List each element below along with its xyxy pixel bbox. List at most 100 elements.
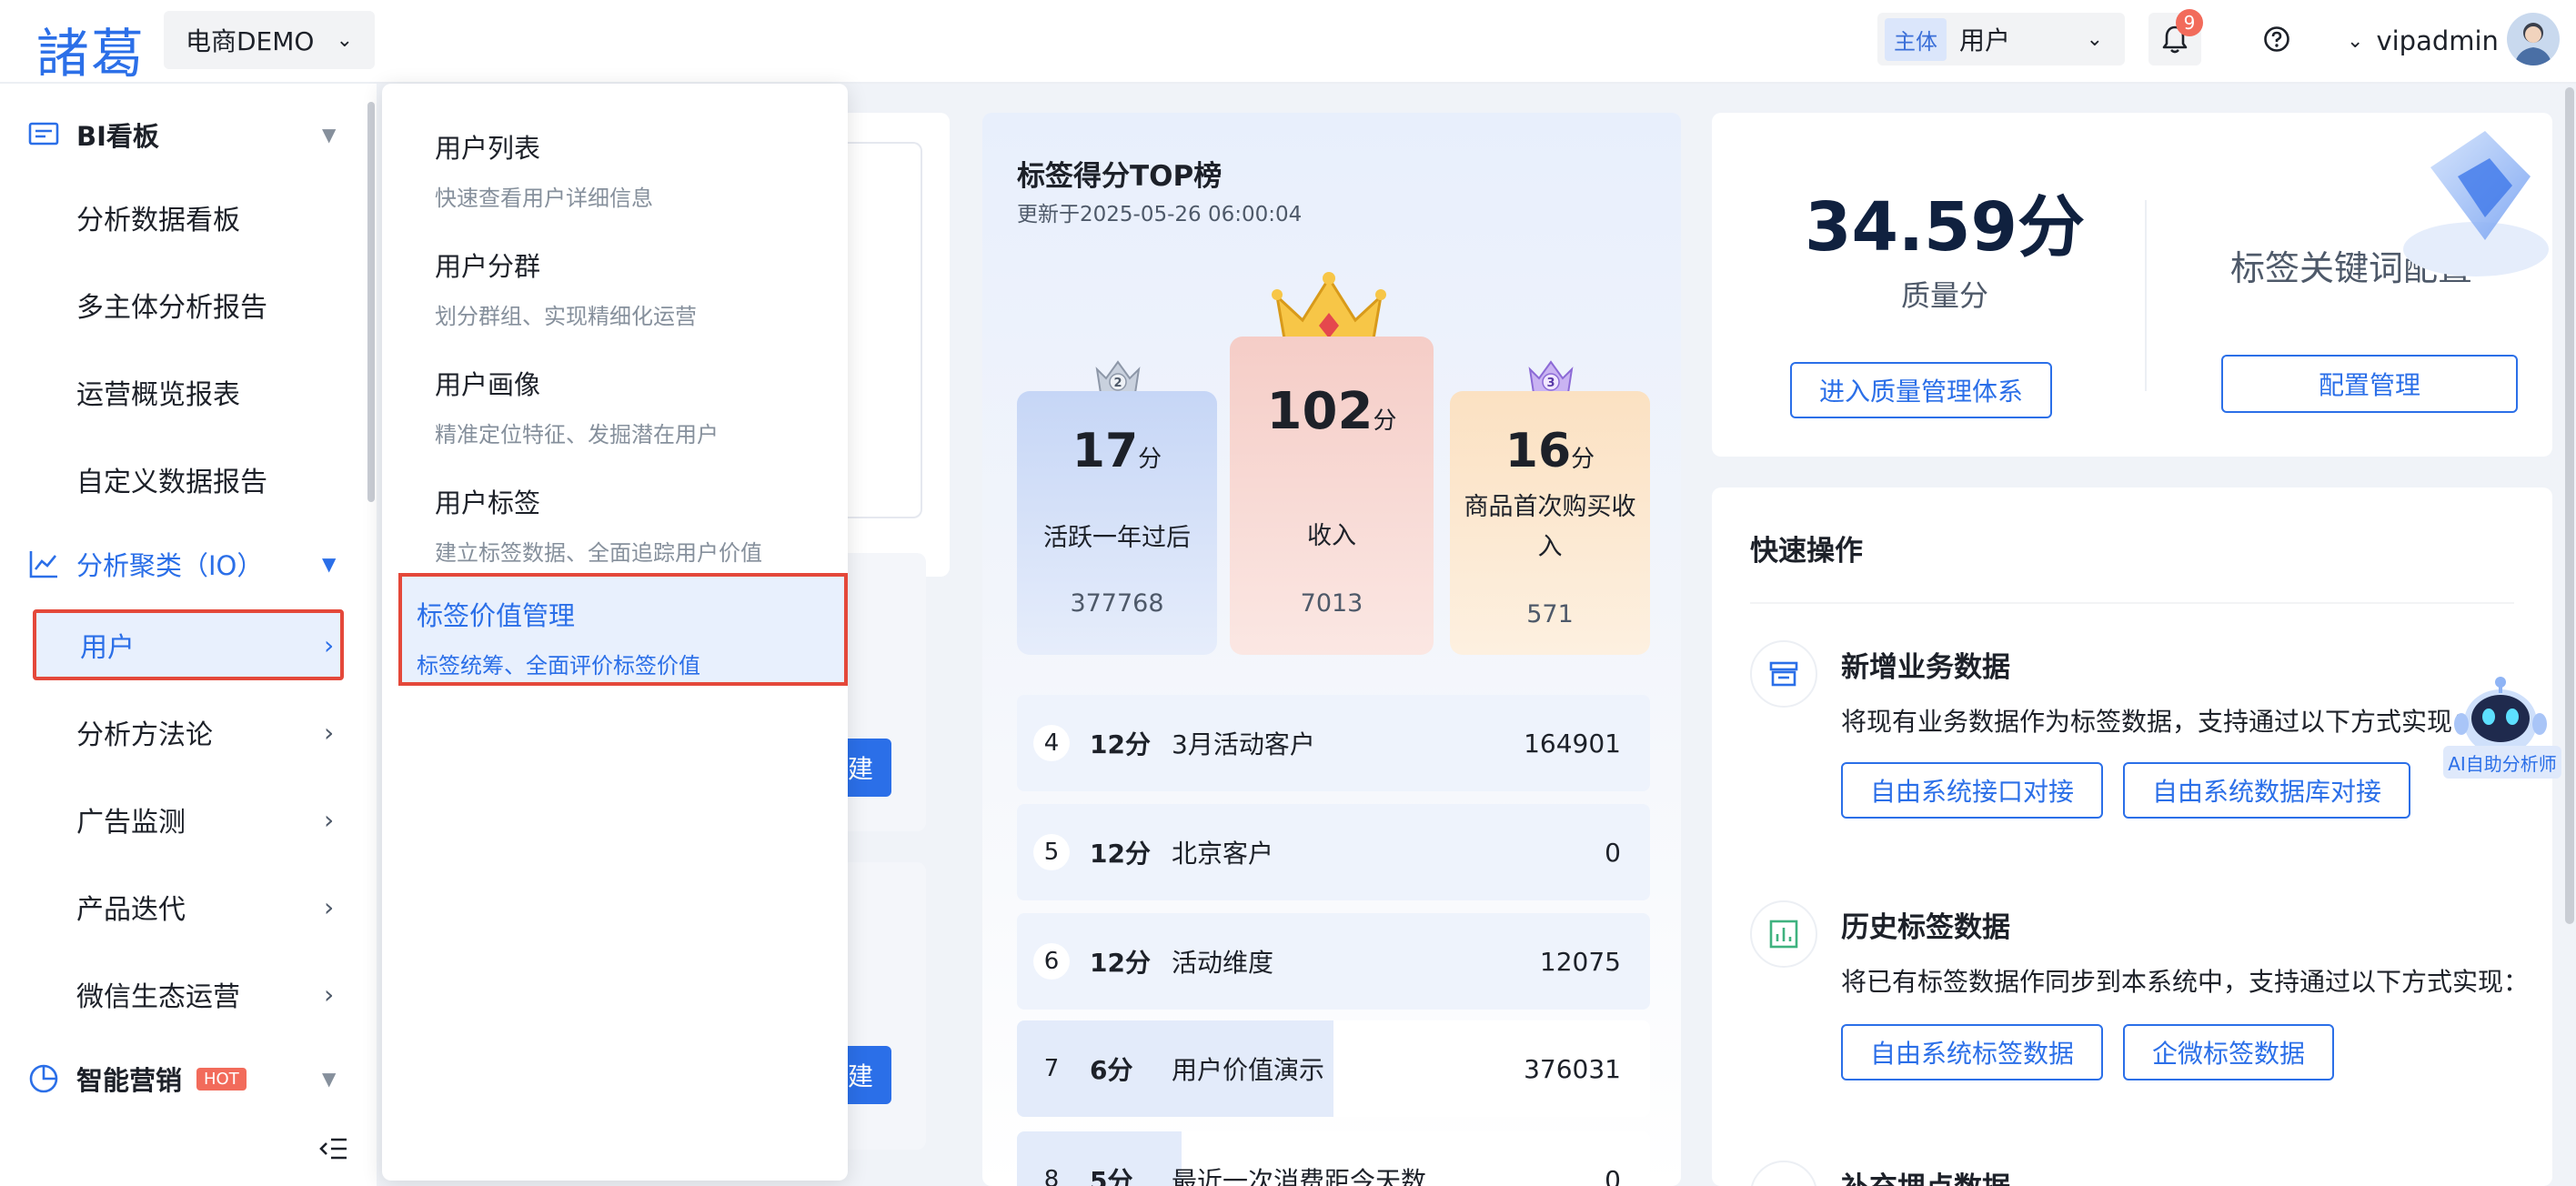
subject-selector[interactable]: 主体 用户 ⌄ [1877, 13, 2125, 65]
podium-name: 收入 [1307, 522, 1356, 550]
sidebar-item-multi-report[interactable]: 多主体分析报告 [0, 264, 377, 346]
user-submenu-flyout: 用户列表 快速查看用户详细信息 用户分群 划分群组、实现精细化运营 用户画像 精… [382, 84, 848, 1181]
enter-quality-system-button[interactable]: 进入质量管理体系 [1790, 362, 2052, 418]
rank-count: 164901 [1524, 728, 1621, 759]
submenu-item-desc: 精准定位特征、发掘潜在用户 [435, 422, 719, 447]
decorative-3d-illustration [2403, 131, 2549, 276]
podium-rank-3[interactable]: 16分 商品首次购买收入 571 [1450, 391, 1650, 655]
create-button[interactable]: 建 [844, 739, 891, 797]
rank-count: 0 [1605, 1164, 1621, 1186]
submenu-item-user-portrait[interactable]: 用户画像 精准定位特征、发掘潜在用户 [400, 340, 830, 449]
sidebar-item-label: 广告监测 [76, 807, 186, 839]
divider [2145, 200, 2147, 391]
divider [1750, 602, 2514, 604]
submenu-item-user-tags[interactable]: 用户标签 建立标签数据、全面追踪用户价值 [400, 458, 830, 568]
chevron-down-icon: ⌄ [336, 28, 353, 52]
podium-rank-1[interactable]: 102分 收入 7013 [1230, 337, 1434, 655]
rank-score: 12分 [1090, 948, 1151, 978]
submenu-item-tag-value[interactable]: 标签价值管理 标签统筹、全面评价标签价值 [398, 573, 848, 686]
sidebar-item-ad-monitor[interactable]: 广告监测 › [0, 779, 377, 860]
database-icon [1750, 640, 1817, 708]
sidebar-item-label: 运营概览报表 [76, 379, 240, 411]
chevron-right-icon: › [324, 629, 335, 660]
button-label: 建 [848, 754, 874, 784]
sidebar-item-label: 分析方法论 [76, 719, 213, 751]
line-chart-icon [29, 551, 57, 578]
podium-score-unit: 分 [1571, 446, 1595, 473]
rank-number: 8 [1043, 1166, 1060, 1186]
button-label: 建 [848, 1061, 874, 1091]
submenu-item-desc: 划分群组、实现精细化运营 [435, 304, 697, 329]
ranking-row[interactable]: 4 12分 3月活动客户 164901 [1017, 695, 1650, 791]
ranking-updated-time: 更新于2025-05-26 06:00:04 [1017, 203, 1303, 226]
rank-name: 用户价值演示 [1172, 1055, 1325, 1085]
sidebar-item-product-iteration[interactable]: 产品迭代 › [0, 866, 377, 948]
main-scrollbar[interactable] [2565, 87, 2574, 924]
ranking-row[interactable]: 5 12分 北京客户 0 [1017, 804, 1650, 900]
sidebar-item-label: 微信生态运营 [76, 981, 240, 1013]
podium-name: 活跃一年过后 [1043, 524, 1191, 552]
avatar[interactable] [2507, 13, 2560, 65]
podium-score-unit: 分 [1373, 407, 1397, 435]
ai-assistant-label[interactable]: AI自助分析师 [2443, 746, 2561, 779]
submenu-item-title: 标签价值管理 [417, 600, 576, 631]
tag-score-ranking-card: 标签得分TOP榜 更新于2025-05-26 06:00:04 2 17分 活跃… [982, 113, 1681, 1186]
op-desc: 将已有标签数据作同步到本系统中，支持通过以下方式实现： [1841, 967, 2530, 997]
podium-rank-2[interactable]: 17分 活跃一年过后 377768 [1017, 391, 1217, 655]
op-title: 历史标签数据 [1841, 911, 2010, 944]
quality-score-card: 34.59分 质量分 进入质量管理体系 标签关键词配置 配置管理 [1712, 113, 2552, 457]
rank-number: 5 [1033, 834, 1070, 870]
db-integration-button[interactable]: 自由系统数据库对接 [2123, 762, 2410, 819]
sidebar-item-label: 分析数据看板 [76, 205, 240, 236]
rank-name: 活动维度 [1172, 948, 1274, 978]
quick-operations-card: 快速操作 新增业务数据 将现有业务数据作为标签数据，支持通过以下方式实现： 自由… [1712, 487, 2552, 1186]
sidebar-item-ops-overview[interactable]: 运营概览报表 [0, 351, 377, 433]
quick-ops-title: 快速操作 [1750, 535, 1863, 568]
sidebar-item-methodology[interactable]: 分析方法论 › [0, 691, 377, 773]
sidebar-group-marketing[interactable]: 智能营销 HOT ▼ [0, 1042, 377, 1115]
submenu-item-user-segment[interactable]: 用户分群 划分群组、实现精细化运营 [400, 222, 830, 331]
sidebar-item-bi-dashboard[interactable]: 分析数据看板 [0, 176, 377, 258]
sidebar-item-user[interactable]: 用户 › [33, 609, 344, 680]
podium-score-value: 17 [1072, 424, 1139, 478]
sidebar: BI看板 ▼ 分析数据看板 多主体分析报告 运营概览报表 自定义数据报告 分析聚… [0, 84, 377, 1186]
system-tag-data-button[interactable]: 自由系统标签数据 [1841, 1024, 2103, 1080]
user-avatar-icon [2514, 23, 2552, 65]
caret-down-icon: ▼ [322, 1068, 337, 1090]
svg-text:3: 3 [1546, 377, 1555, 390]
submenu-item-user-list[interactable]: 用户列表 快速查看用户详细信息 [400, 104, 830, 213]
rank-count: 12075 [1539, 946, 1621, 977]
submenu-item-title: 用户列表 [435, 133, 541, 164]
user-menu[interactable]: ⌄ vipadmin [2347, 18, 2499, 64]
subject-tag: 主体 [1885, 17, 1947, 61]
podium-count: 7013 [1300, 589, 1363, 618]
sidebar-group-analysis[interactable]: 分析聚类（IO） ▼ [0, 528, 377, 600]
op-title: 补充埋点数据 [1841, 1164, 2010, 1186]
rank-name: 3月活动客户 [1172, 729, 1315, 759]
brand-logo[interactable]: 諸葛 [36, 11, 146, 87]
sidebar-group-label: BI看板 [76, 121, 159, 152]
quality-score-label: 质量分 [1900, 278, 1988, 313]
sidebar-item-label: 用户 [80, 632, 135, 664]
api-integration-button[interactable]: 自由系统接口对接 [1841, 762, 2103, 819]
subject-value: 用户 [1959, 25, 2011, 55]
sidebar-group-bi[interactable]: BI看板 ▼ [0, 98, 377, 171]
collapse-menu-icon[interactable] [318, 1135, 349, 1162]
ranking-row[interactable]: 7 6分 用户价值演示 376031 [1017, 1020, 1650, 1117]
submenu-item-title: 用户分群 [435, 251, 541, 282]
wecom-tag-data-button[interactable]: 企微标签数据 [2123, 1024, 2334, 1080]
op-desc: 将现有业务数据作为标签数据，支持通过以下方式实现： [1841, 707, 2479, 737]
sidebar-item-custom-report[interactable]: 自定义数据报告 [0, 438, 377, 520]
help-icon[interactable] [2263, 25, 2290, 53]
podium-name: 商品首次购买收入 [1464, 493, 1636, 561]
create-button[interactable]: 建 [844, 1046, 891, 1104]
app-selector[interactable]: 电商DEMO ⌄ [164, 11, 375, 69]
sidebar-scrollbar[interactable] [367, 102, 375, 502]
podium-score: 102分 [1230, 382, 1434, 441]
config-manage-button[interactable]: 配置管理 [2221, 355, 2518, 413]
rank-number: 7 [1043, 1055, 1060, 1082]
ranking-row[interactable]: 8 5分 最近一次消费距今天数 0 [1017, 1131, 1650, 1186]
sidebar-item-wechat-ops[interactable]: 微信生态运营 › [0, 953, 377, 1035]
pie-chart-icon [29, 1064, 58, 1093]
ranking-row[interactable]: 6 12分 活动维度 12075 [1017, 913, 1650, 1010]
